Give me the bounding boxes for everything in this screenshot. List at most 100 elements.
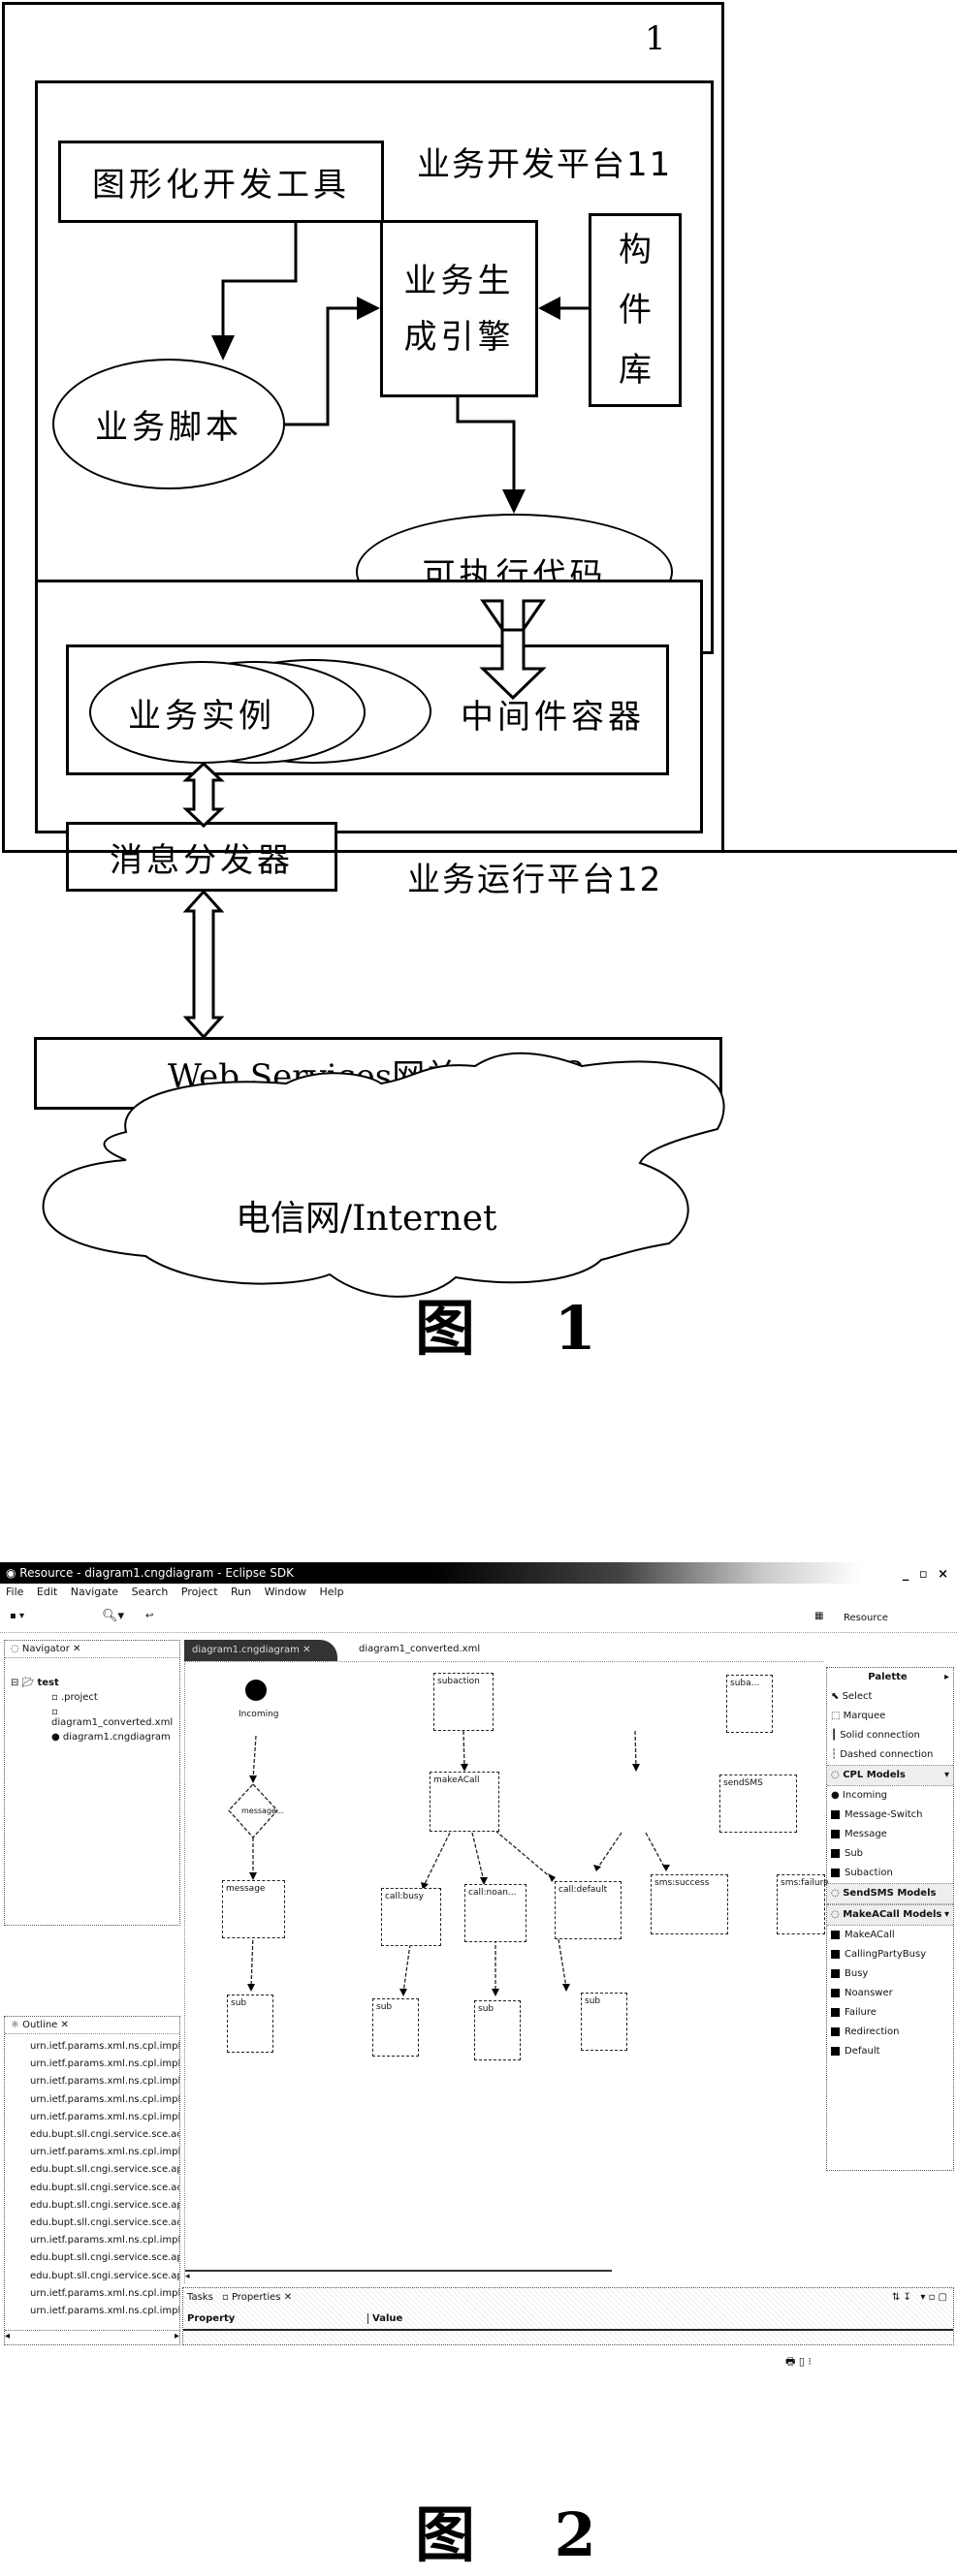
dispatcher-label: 消息分发器 [110,840,294,880]
node-call-noanswer[interactable]: call:noan... [464,1884,526,1942]
tab-diagram1-cngdiagram[interactable]: diagram1.cngdiagram ✕ [184,1640,337,1661]
outline-hscrollbar[interactable]: ◂ ▸ [5,2330,179,2344]
outline-title[interactable]: Outline [22,2020,57,2030]
menu-window[interactable]: Window [265,1586,306,1598]
palette-drawer-cpl[interactable]: ◌ CPL Models ▾ [827,1765,953,1786]
palette-item-redirection[interactable]: Redirection [827,2023,953,2042]
outline-item[interactable]: urn.ietf.params.xml.ns.cpl.impl.S [30,2144,179,2161]
tree-item[interactable]: ⊟ 📂︎ test [5,1678,179,1688]
node-sub[interactable]: sub [474,2000,521,2060]
outline-item[interactable]: edu.bupt.sll.cngi.service.sce.ap [30,2161,179,2179]
new-icon[interactable]: ▪ ▾ [10,1611,24,1621]
node-sub[interactable]: sub [227,1995,273,2053]
palette-solid-connection[interactable]: ┃ Solid connection [827,1726,953,1745]
palette-item-message-switch[interactable]: Message-Switch [827,1806,953,1825]
outline-item[interactable]: edu.bupt.sll.cngi.service.sce.ac [30,2215,179,2232]
menu-file[interactable]: File [6,1586,23,1598]
menu-run[interactable]: Run [231,1586,251,1598]
column-value[interactable]: Value [367,2313,402,2324]
palette-drawer-makeacall[interactable]: ◌ MakeACall Models ▾ [827,1904,953,1926]
menu-search[interactable]: Search [132,1586,169,1598]
outline-item[interactable]: edu.bupt.sll.cngi.service.sce.ac [30,2126,179,2144]
diagram-canvas[interactable]: Incoming message... message sub subactio… [184,1663,829,2283]
close-icon[interactable]: ✕ [61,2020,69,2030]
outline-item[interactable]: urn.ietf.params.xml.ns.cpl.impl.S [30,2109,179,2126]
tree-item[interactable]: ▫ .project [5,1692,179,1703]
outline-item[interactable]: urn.ietf.params.xml.ns.cpl.impl.S [30,2091,179,2109]
palette-item-incoming[interactable]: ● Incoming [827,1786,953,1806]
drawer-icon: ◌ [831,1909,844,1920]
palette-tool-select[interactable]: ⬉ Select [827,1687,953,1707]
outline-list: urn.ietf.params.xml.ns.cpl.impl.I urn.iet… [5,2034,179,2320]
search-icon[interactable]: 🔍︎▾ [102,1609,124,1623]
palette-item-default[interactable]: Default [827,2042,953,2061]
palette-tool-marquee[interactable]: ⬚ Marquee [827,1707,953,1726]
outline-item[interactable]: urn.ietf.params.xml.ns.cpl.impl.S [30,2285,179,2303]
node-call-default[interactable]: call:default [555,1881,622,1939]
window-controls[interactable]: _ ▫ × [903,1564,951,1586]
properties-icon: ▫ [221,2292,229,2303]
outline-item[interactable]: edu.bupt.sll.cngi.service.sce.ap [30,2268,179,2285]
node-sms-failure[interactable]: sms:failure [777,1874,829,1934]
outline-item[interactable]: edu.bupt.sll.cngi.service.sce.ac [30,2180,179,2197]
palette-item-callingpartybusy[interactable]: CallingPartyBusy [827,1945,953,1964]
node-sub[interactable]: sub [372,1998,419,2057]
outline-item[interactable]: edu.bupt.sll.cngi.service.sce.ap [30,2249,179,2267]
palette-item-busy[interactable]: Busy [827,1964,953,1984]
tree-item[interactable]: ● diagram1.cngdiagram [5,1732,179,1743]
window-titlebar: ◉ Resource - diagram1.cngdiagram - Eclip… [0,1562,957,1584]
palette-item-message[interactable]: Message [827,1825,953,1844]
outline-item[interactable]: urn.ietf.params.xml.ns.cpl.impl.M [30,2056,179,2073]
menu-help[interactable]: Help [319,1586,343,1598]
node-sub[interactable]: sub [581,1993,627,2051]
navigator-title[interactable]: Navigator [22,1644,70,1654]
close-icon[interactable]: ✕ [303,1645,310,1655]
node-sms-success[interactable]: sms:success [651,1874,728,1934]
tab-properties[interactable]: Properties [232,2292,281,2303]
outline-item[interactable]: urn.ietf.params.xml.ns.cpl.impl.S [30,2303,179,2320]
nav-icon[interactable]: ↩ [145,1611,153,1621]
perspective-resource[interactable]: Resource [844,1613,888,1623]
close-icon[interactable]: ✕ [284,2292,292,2303]
menu-navigate[interactable]: Navigate [71,1586,118,1598]
node-makeacall[interactable]: makeACall [430,1772,499,1832]
palette-collapse-icon[interactable]: ▸ [944,1668,949,1687]
column-property[interactable]: Property [187,2313,235,2324]
tab-diagram1-converted-xml[interactable]: diagram1_converted.xml [359,1644,480,1654]
tab-tasks[interactable]: Tasks [187,2292,213,2303]
palette-item-makeacall[interactable]: MakeACall [827,1926,953,1945]
component-lib-char: 件 [619,291,652,330]
node-message[interactable]: message [222,1880,285,1938]
canvas-hscrollbar[interactable]: ◂ [185,2270,612,2283]
instance-label: 业务实例 [128,696,275,736]
middleware-label: 中间件容器 [461,698,645,737]
palette-item-subaction[interactable]: Subaction [827,1864,953,1883]
close-icon[interactable]: ✕ [73,1644,80,1654]
node-subaction[interactable]: subaction [433,1673,494,1731]
perspective-icon[interactable]: ▦ [814,1611,823,1621]
figure-2-caption: 图 2 [415,2499,625,2570]
palette-item-failure[interactable]: Failure [827,2003,953,2023]
menu-project[interactable]: Project [181,1586,218,1598]
engine-label-line2: 成引擎 [403,317,515,357]
palette-item-noanswer[interactable]: Noanswer [827,1984,953,2003]
gateway-number: 2 [564,1053,586,1093]
menu-edit[interactable]: Edit [37,1586,57,1598]
node-call-busy[interactable]: call:busy [381,1888,441,1946]
palette-item-sub[interactable]: Sub [827,1844,953,1864]
outline-item[interactable]: edu.bupt.sll.cngi.service.sce.ap [30,2197,179,2215]
bottom-tabs: Tasks ▫ Properties ✕ [187,2292,292,2303]
gateway-box: Web Services网关 2 [34,1037,722,1110]
properties-toolbar-icons[interactable]: ⇅ ↧ ▾ ▫ ▢ [892,2292,947,2303]
palette-dashed-connection[interactable]: ┆ Dashed connection [827,1745,953,1765]
palette-drawer-sendsms[interactable]: ◌ SendSMS Models [827,1883,953,1904]
outline-item[interactable]: urn.ietf.params.xml.ns.cpl.impl.I [30,2038,179,2056]
navigator-header: ◌ Navigator ✕ [5,1641,179,1658]
conn-sendsms-success [596,1832,622,1869]
node-sendsms[interactable]: sendSMS [719,1775,797,1833]
tree-item[interactable]: ▫ diagram1_converted.xml [5,1707,179,1728]
outline-item[interactable]: urn.ietf.params.xml.ns.cpl.impl.M [30,2073,179,2090]
node-suba[interactable]: suba... [726,1675,773,1733]
outline-item[interactable]: urn.ietf.params.xml.ns.cpl.impl.S [30,2232,179,2249]
node-incoming-label: Incoming [239,1710,279,1719]
